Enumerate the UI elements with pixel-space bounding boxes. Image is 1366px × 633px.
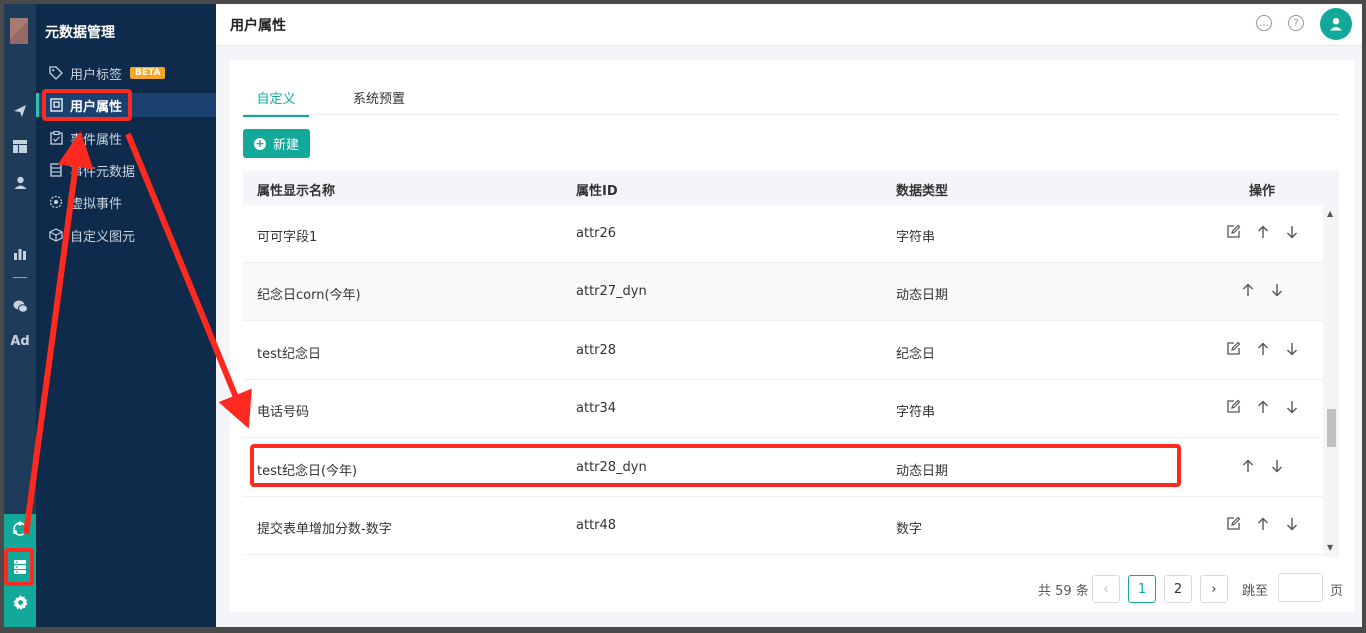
- app-window: Ad 元数据管理 用户标签 BETA 用户属性 事件属性 事件元数据 虚拟事件 …: [4, 4, 1362, 627]
- annotation-arrows: [23, 131, 252, 535]
- arrow-down: [125, 132, 252, 429]
- arrow-up: [23, 131, 94, 535]
